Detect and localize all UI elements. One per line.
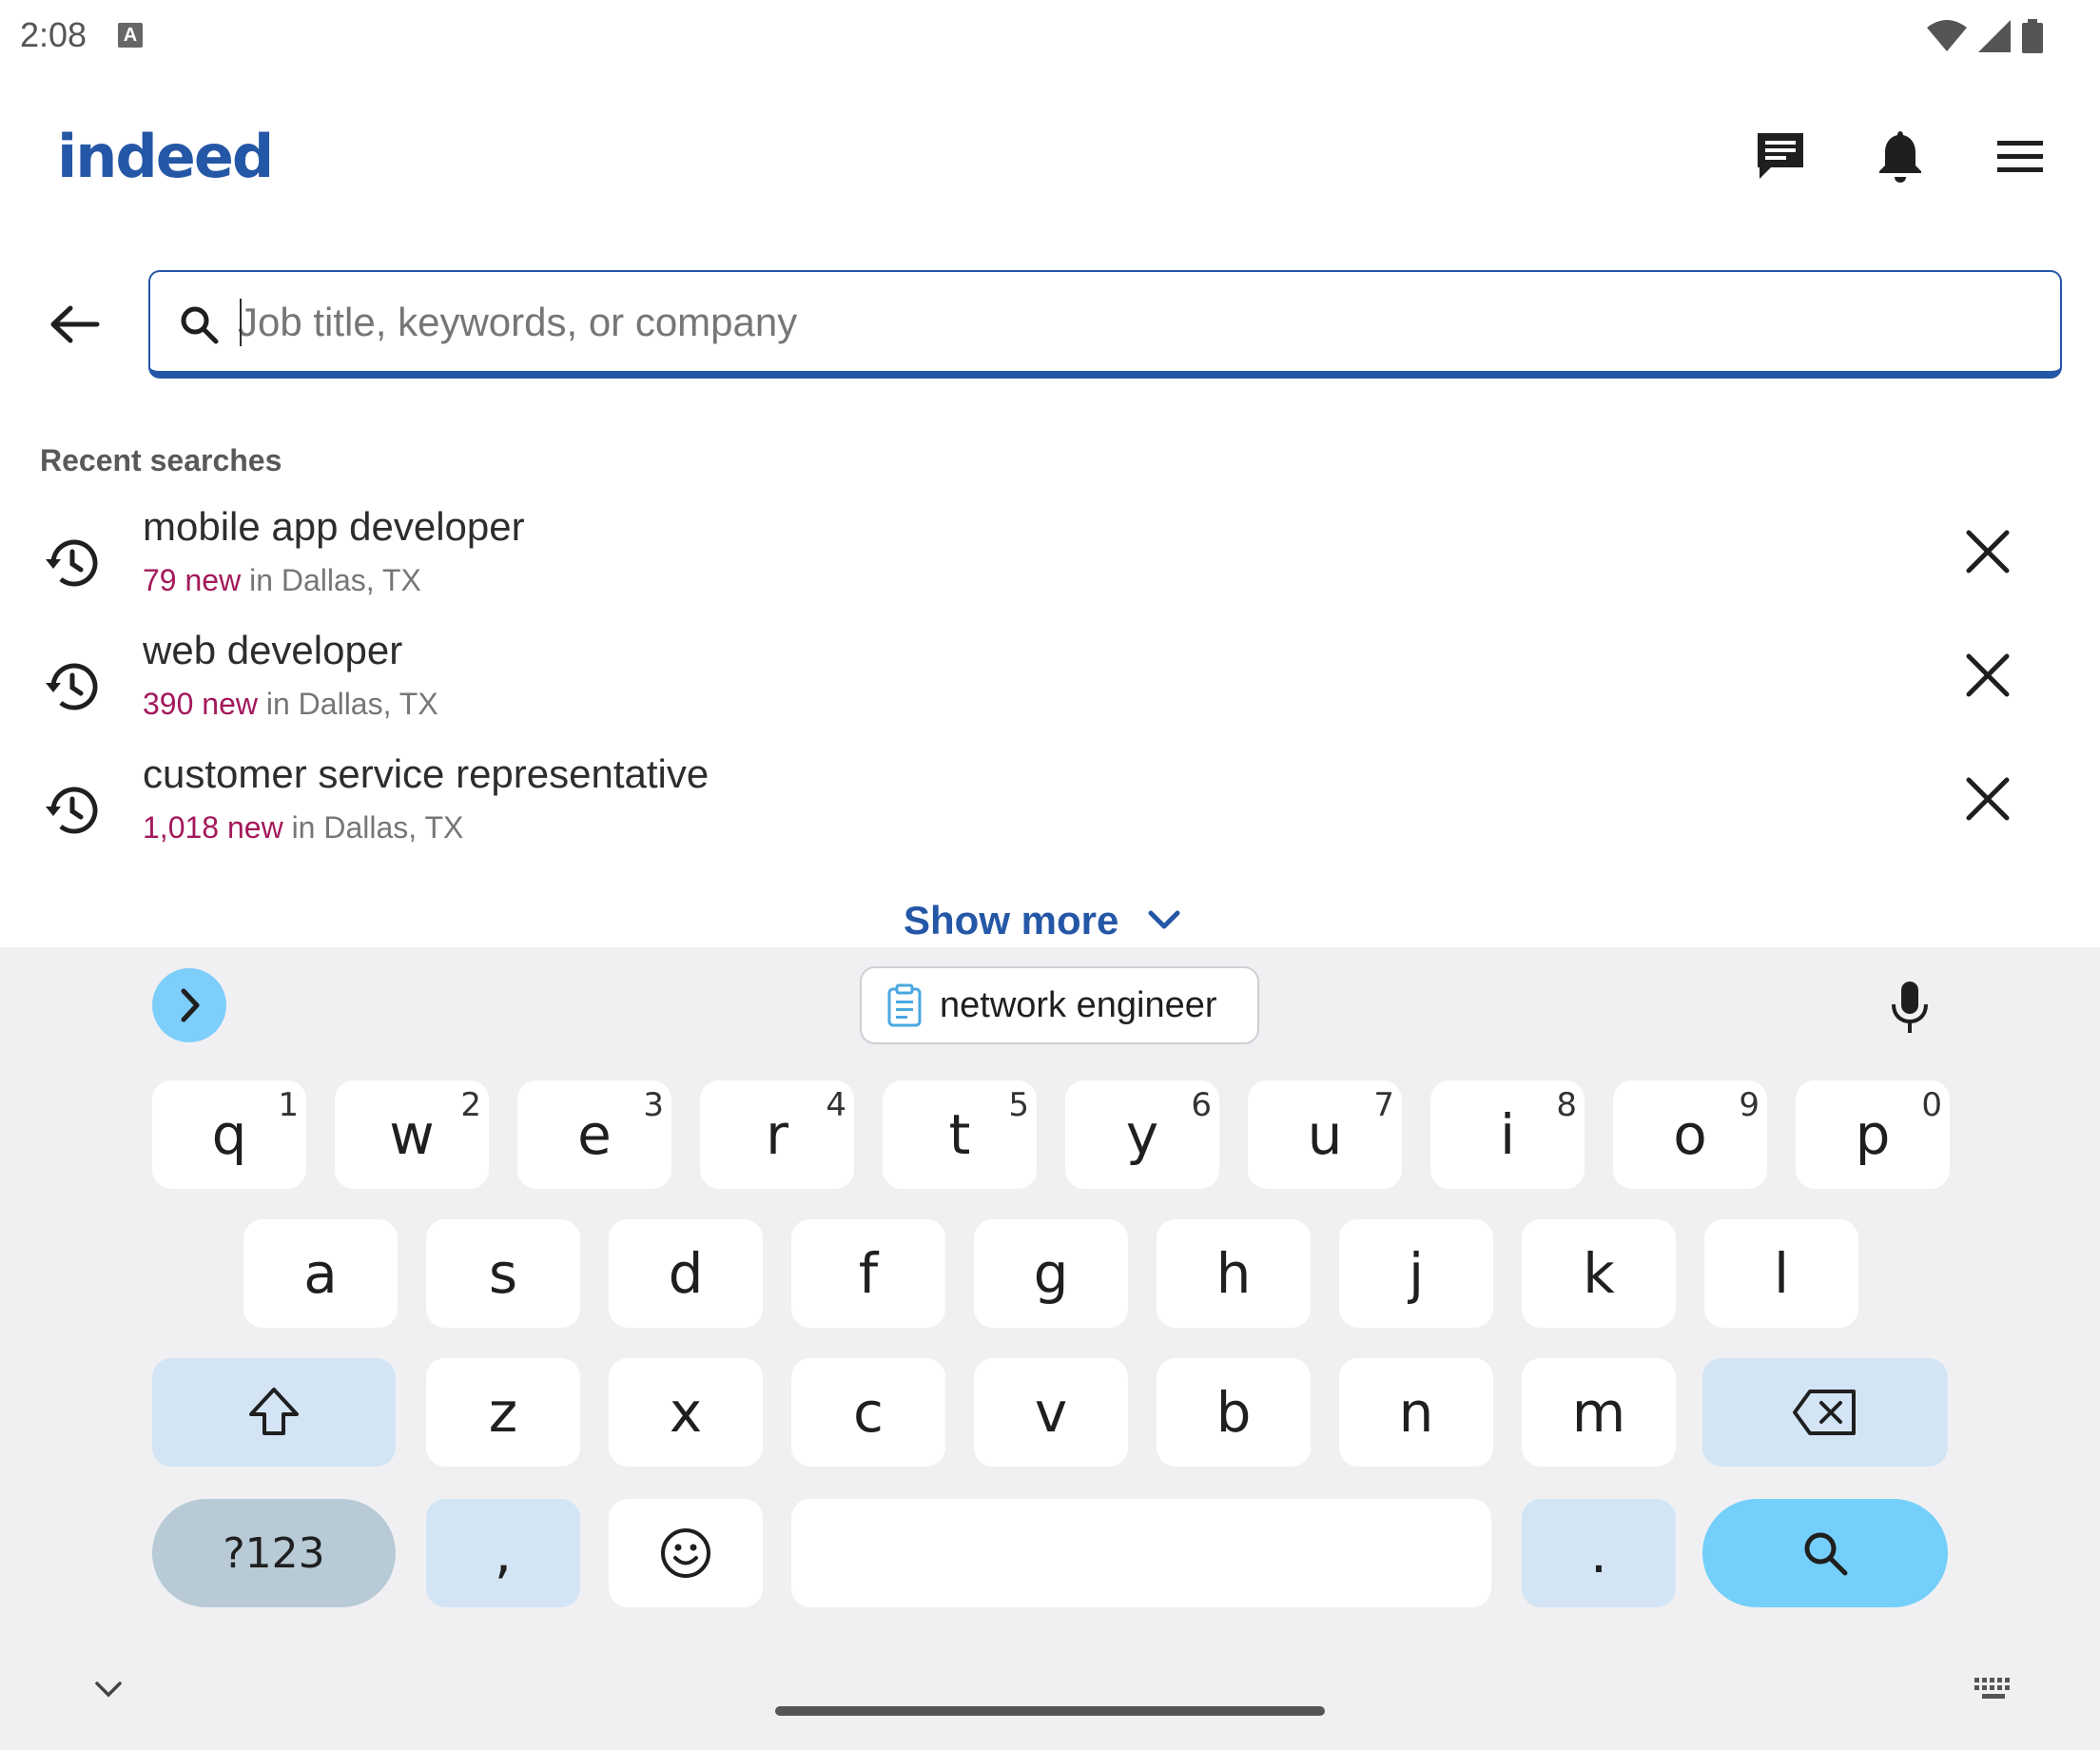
clipboard-suggestion-chip[interactable]: network engineer bbox=[860, 966, 1259, 1044]
search-icon bbox=[181, 306, 219, 344]
key-p[interactable]: p0 bbox=[1796, 1080, 1950, 1189]
recent-search-meta: 79 new in Dallas, TX bbox=[143, 563, 421, 598]
hide-keyboard-chevron-icon[interactable] bbox=[91, 1678, 126, 1701]
chevron-down-icon bbox=[1148, 910, 1180, 929]
period-key[interactable]: . bbox=[1522, 1499, 1676, 1607]
key-q[interactable]: q1 bbox=[152, 1080, 306, 1189]
emoji-key[interactable] bbox=[609, 1499, 763, 1607]
keyboard-suggestion-bar: network engineer bbox=[0, 947, 2100, 1061]
symbols-key[interactable]: ?123 bbox=[152, 1499, 396, 1607]
key-y[interactable]: y6 bbox=[1065, 1080, 1219, 1189]
key-w[interactable]: w2 bbox=[335, 1080, 489, 1189]
show-more-label: Show more bbox=[904, 898, 1119, 943]
keyboard-indicator-icon: A bbox=[118, 23, 143, 48]
key-j[interactable]: j bbox=[1339, 1219, 1493, 1328]
recent-search-meta: 390 new in Dallas, TX bbox=[143, 687, 438, 722]
shift-key[interactable] bbox=[152, 1358, 396, 1467]
recent-search-query: mobile app developer bbox=[143, 504, 525, 549]
wifi-icon bbox=[1927, 20, 1967, 51]
on-screen-keyboard: network engineer q1 w2 e3 r4 t5 y6 u7 i8… bbox=[0, 947, 2100, 1750]
suggestion-text: network engineer bbox=[940, 984, 1217, 1025]
key-g[interactable]: g bbox=[974, 1219, 1128, 1328]
key-k[interactable]: k bbox=[1522, 1219, 1676, 1328]
menu-icon[interactable] bbox=[1990, 126, 2051, 186]
microphone-icon[interactable] bbox=[1889, 980, 1931, 1035]
key-r[interactable]: r4 bbox=[700, 1080, 854, 1189]
key-n[interactable]: n bbox=[1339, 1358, 1493, 1467]
keyboard-expand-button[interactable] bbox=[152, 968, 226, 1042]
status-icons bbox=[1927, 19, 2043, 53]
key-f[interactable]: f bbox=[791, 1219, 945, 1328]
location: in Dallas, TX bbox=[291, 810, 464, 845]
key-e[interactable]: e3 bbox=[517, 1080, 671, 1189]
backspace-icon bbox=[1793, 1390, 1856, 1435]
key-z[interactable]: z bbox=[426, 1358, 580, 1467]
shift-icon bbox=[249, 1388, 299, 1435]
key-l[interactable]: l bbox=[1704, 1219, 1858, 1328]
status-time: 2:08 bbox=[20, 15, 88, 54]
recent-search-item[interactable]: mobile app developer 79 new in Dallas, T… bbox=[0, 504, 2100, 626]
battery-icon bbox=[2022, 19, 2043, 53]
key-x[interactable]: x bbox=[609, 1358, 763, 1467]
backspace-key[interactable] bbox=[1702, 1358, 1948, 1467]
close-icon[interactable] bbox=[1959, 770, 2016, 827]
history-icon bbox=[46, 663, 98, 710]
comma-key[interactable]: , bbox=[426, 1499, 580, 1607]
keyboard-switch-icon[interactable] bbox=[1973, 1676, 2014, 1702]
status-bar: 2:08 A bbox=[0, 0, 2100, 72]
back-arrow-icon[interactable] bbox=[42, 291, 108, 358]
search-row bbox=[0, 268, 2100, 382]
key-a[interactable]: a bbox=[243, 1219, 398, 1328]
recent-search-meta: 1,018 new in Dallas, TX bbox=[143, 810, 463, 846]
history-icon bbox=[46, 787, 98, 834]
key-m[interactable]: m bbox=[1522, 1358, 1676, 1467]
key-d[interactable]: d bbox=[609, 1219, 763, 1328]
location: in Dallas, TX bbox=[249, 563, 421, 597]
space-key[interactable] bbox=[791, 1499, 1491, 1607]
key-t[interactable]: t5 bbox=[883, 1080, 1037, 1189]
recent-search-query: customer service representative bbox=[143, 751, 710, 796]
close-icon[interactable] bbox=[1959, 523, 2016, 580]
app-header: indeed bbox=[0, 105, 2100, 209]
key-c[interactable]: c bbox=[791, 1358, 945, 1467]
clipboard-icon bbox=[887, 983, 922, 1027]
key-o[interactable]: o9 bbox=[1613, 1080, 1767, 1189]
emoji-icon bbox=[661, 1528, 710, 1578]
text-caret bbox=[240, 299, 242, 346]
key-b[interactable]: b bbox=[1157, 1358, 1311, 1467]
home-gesture-bar[interactable] bbox=[775, 1706, 1325, 1716]
search-icon bbox=[1804, 1532, 1848, 1576]
location: in Dallas, TX bbox=[265, 687, 438, 721]
key-u[interactable]: u7 bbox=[1248, 1080, 1402, 1189]
key-s[interactable]: s bbox=[426, 1219, 580, 1328]
chevron-right-icon bbox=[181, 988, 200, 1022]
keyboard-search-key[interactable] bbox=[1702, 1499, 1948, 1607]
show-more-button[interactable]: Show more bbox=[904, 898, 1181, 943]
indeed-logo[interactable]: indeed bbox=[57, 122, 274, 191]
recent-search-item[interactable]: customer service representative 1,018 ne… bbox=[0, 751, 2100, 873]
history-icon bbox=[46, 539, 98, 587]
key-i[interactable]: i8 bbox=[1430, 1080, 1585, 1189]
new-count: 1,018 new bbox=[143, 810, 283, 845]
signal-icon bbox=[1978, 20, 2011, 52]
key-v[interactable]: v bbox=[974, 1358, 1128, 1467]
close-icon[interactable] bbox=[1959, 647, 2016, 704]
recent-search-query: web developer bbox=[143, 628, 403, 672]
recent-searches-title: Recent searches bbox=[40, 443, 282, 477]
key-h[interactable]: h bbox=[1157, 1219, 1311, 1328]
notifications-bell-icon[interactable] bbox=[1870, 126, 1931, 186]
search-input[interactable] bbox=[238, 289, 2026, 356]
new-count: 390 new bbox=[143, 687, 258, 721]
recent-search-item[interactable]: web developer 390 new in Dallas, TX bbox=[0, 628, 2100, 749]
search-box[interactable] bbox=[148, 270, 2062, 379]
messages-icon[interactable] bbox=[1750, 126, 1811, 186]
new-count: 79 new bbox=[143, 563, 242, 597]
